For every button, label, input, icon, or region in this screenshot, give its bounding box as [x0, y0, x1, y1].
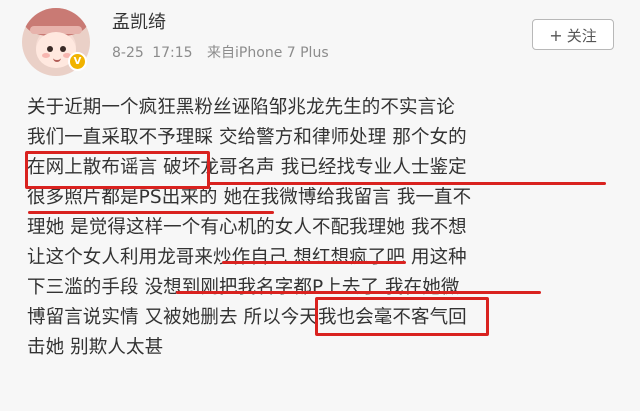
- post-meta: 8-25 17:15 来自iPhone 7 Plus: [112, 44, 329, 62]
- avatar-left-eye: [47, 46, 53, 52]
- follow-button[interactable]: + 关注: [532, 19, 614, 50]
- annotation-box: [315, 297, 489, 336]
- annotation-box: [25, 151, 210, 189]
- username[interactable]: 孟凯绮: [112, 11, 166, 35]
- annotation-underline: [208, 182, 606, 185]
- post-line-2: 我们一直采取不予理睬 交给警方和律师处理 那个女的: [27, 127, 467, 148]
- post-line-9: 击她 别欺人太甚: [27, 337, 164, 358]
- post-date: 8-25: [112, 45, 144, 61]
- post-time: 17:15: [152, 45, 193, 61]
- post-source: 来自iPhone 7 Plus: [207, 45, 329, 61]
- annotation-underline: [176, 291, 541, 294]
- plus-icon: +: [549, 26, 563, 45]
- avatar-left-cheek: [42, 53, 50, 58]
- verified-badge-icon: V: [68, 52, 87, 71]
- follow-label: 关注: [566, 27, 597, 45]
- post-line-1: 关于近期一个疯狂黑粉丝诬陷邹兆龙先生的不实言论: [27, 97, 455, 118]
- avatar-right-eye: [60, 46, 66, 52]
- annotation-underline: [28, 211, 274, 214]
- post-line-6: 让这个女人利用龙哥来炒作自己 想红想疯了吧 用这种: [27, 247, 467, 268]
- annotation-underline: [222, 261, 406, 264]
- post-line-5: 理她 是觉得这样一个有心机的女人不配我理她 我不想: [27, 217, 467, 238]
- post-header: V 孟凯绮 8-25 17:15 来自iPhone 7 Plus + 关注: [0, 0, 640, 84]
